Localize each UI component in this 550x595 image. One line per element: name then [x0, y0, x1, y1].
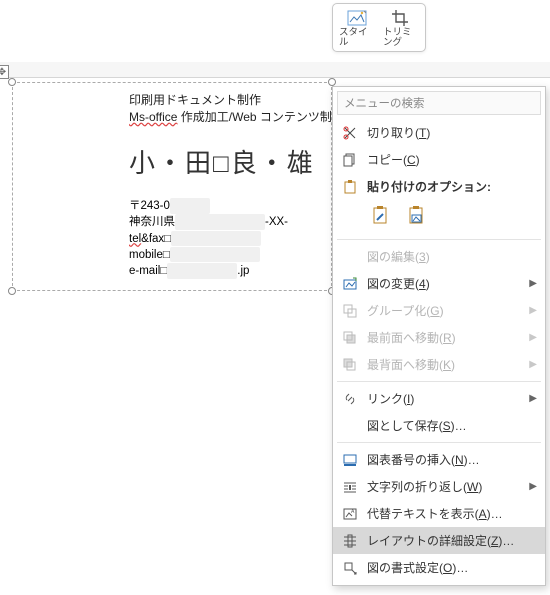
document-content: 印刷用ドキュメント制作 Ms-office 作成加工/Web コンテンツ制作 小…	[129, 91, 325, 280]
selected-object-frame[interactable]: ✥ 印刷用ドキュメント制作 Ms-office 作成加工/Web コンテンツ制作…	[12, 82, 332, 291]
resize-handle[interactable]	[8, 287, 16, 295]
menu-text-wrapping[interactable]: 文字列の折り返し(W) ▶	[333, 473, 545, 500]
caption-icon	[341, 453, 359, 467]
clipboard-icon	[341, 180, 359, 194]
resize-handle[interactable]	[8, 78, 16, 86]
paste-option-keep-source[interactable]	[367, 202, 395, 230]
menu-send-back: 最背面へ移動(K) ▶	[333, 351, 545, 378]
group-icon	[341, 304, 359, 318]
doc-address-block: 〒243-0xxx 神奈川県xxxxx-XX- tel&fax□x mobile…	[129, 198, 325, 280]
svg-text:A: A	[351, 509, 355, 515]
crop-button[interactable]: トリミング	[383, 8, 419, 49]
chevron-right-icon: ▶	[529, 305, 537, 316]
menu-link[interactable]: リンク(I) ▶	[333, 385, 545, 412]
menu-format-picture[interactable]: 図の書式設定(O)…	[333, 554, 545, 581]
menu-alt-text[interactable]: A 代替テキストを表示(A)…	[333, 500, 545, 527]
wrap-text-icon	[341, 480, 359, 494]
menu-copy[interactable]: コピー(C)	[333, 146, 545, 173]
paste-options-row	[333, 200, 545, 236]
menu-cut[interactable]: 切り取り(T)	[333, 119, 545, 146]
menu-search-input[interactable]: メニューの検索	[337, 91, 541, 115]
menu-insert-caption[interactable]: 図表番号の挿入(N)…	[333, 446, 545, 473]
menu-group: グループ化(G) ▶	[333, 297, 545, 324]
chevron-right-icon: ▶	[529, 332, 537, 343]
scissors-icon	[341, 126, 359, 140]
layout-icon	[341, 534, 359, 548]
format-shape-icon	[341, 561, 359, 575]
chevron-right-icon: ▶	[529, 481, 537, 492]
menu-edit-picture: 図の編集(3)	[333, 243, 545, 270]
floating-ribbon: スタイル トリミング	[332, 3, 426, 52]
chevron-right-icon: ▶	[529, 393, 537, 404]
menu-save-as-picture[interactable]: 図として保存(S)…	[333, 412, 545, 439]
menu-paste-header: 貼り付けのオプション:	[333, 173, 545, 200]
paste-option-picture[interactable]	[403, 202, 431, 230]
menu-separator	[337, 381, 541, 382]
alt-text-icon: A	[341, 507, 359, 521]
style-icon	[347, 8, 367, 28]
menu-change-picture[interactable]: 図の変更(4) ▶	[333, 270, 545, 297]
doc-line-2: Ms-office 作成加工/Web コンテンツ制作	[129, 108, 325, 125]
menu-bring-front: 最前面へ移動(R) ▶	[333, 324, 545, 351]
context-menu: メニューの検索 切り取り(T) コピー(C) 貼り付けのオプション: 図の編集(…	[332, 86, 546, 586]
bring-front-icon	[341, 331, 359, 345]
doc-line-1: 印刷用ドキュメント制作	[129, 91, 325, 108]
menu-separator	[337, 239, 541, 240]
horizontal-ruler	[0, 62, 550, 78]
link-icon	[341, 392, 359, 406]
copy-icon	[341, 153, 359, 167]
document-canvas: ✥ 印刷用ドキュメント制作 Ms-office 作成加工/Web コンテンツ制作…	[12, 82, 332, 291]
crop-icon	[392, 8, 410, 28]
style-label: スタイル	[339, 28, 375, 49]
image-swap-icon	[341, 277, 359, 291]
picture-style-button[interactable]: スタイル	[339, 8, 375, 49]
send-back-icon	[341, 358, 359, 372]
menu-separator	[337, 442, 541, 443]
crop-label: トリミング	[383, 28, 419, 49]
move-handle-icon[interactable]: ✥	[0, 65, 9, 79]
chevron-right-icon: ▶	[529, 278, 537, 289]
chevron-right-icon: ▶	[529, 359, 537, 370]
resize-handle[interactable]	[328, 78, 336, 86]
menu-layout-advanced[interactable]: レイアウトの詳細設定(Z)…	[333, 527, 545, 554]
doc-name: 小・田□良・雄	[129, 143, 325, 180]
